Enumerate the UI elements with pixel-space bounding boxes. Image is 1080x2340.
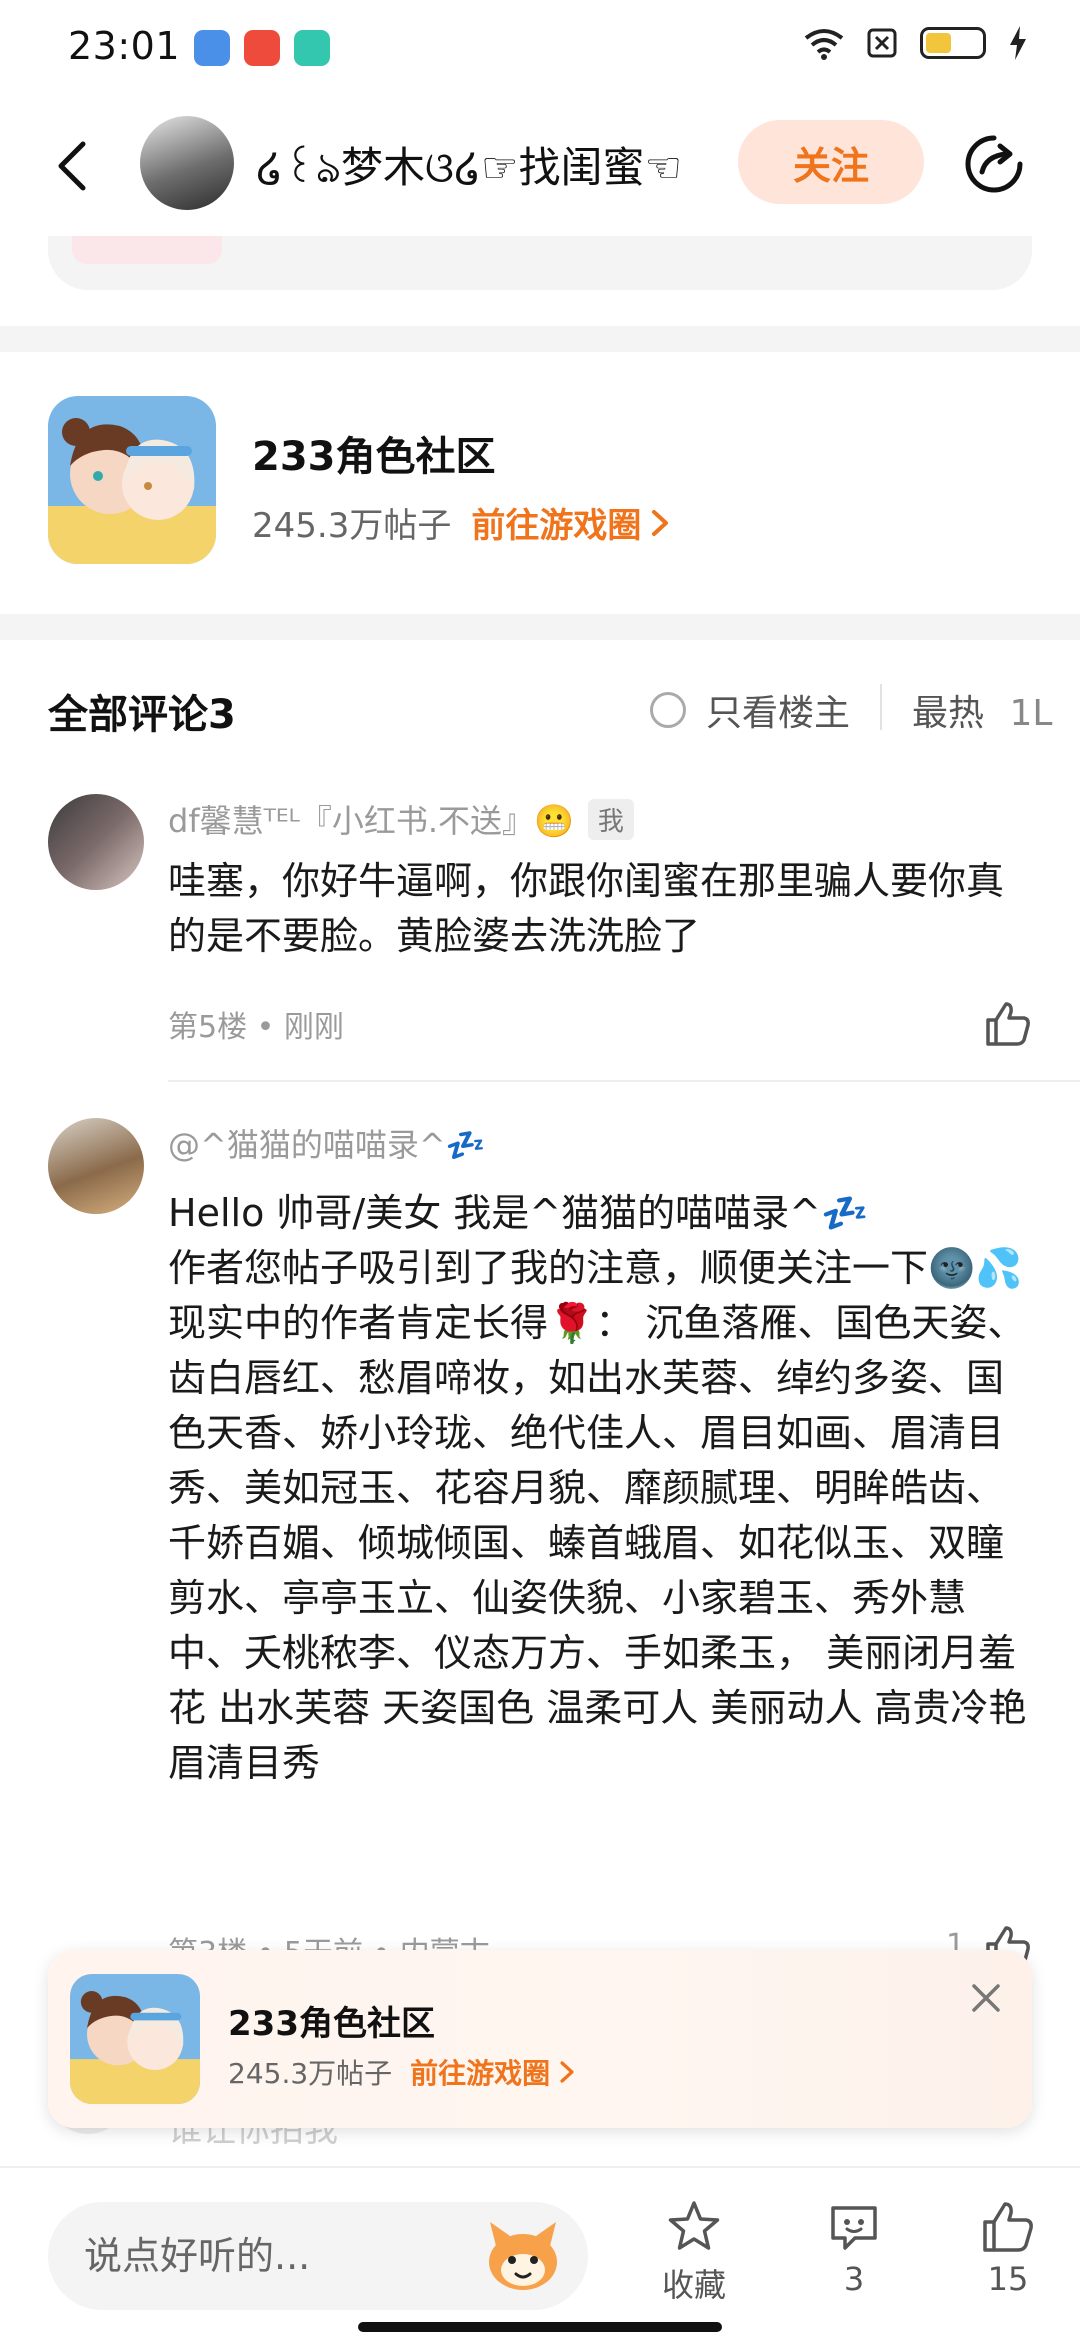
commenter-avatar[interactable] xyxy=(48,794,144,890)
chevron-right-icon xyxy=(560,2061,574,2083)
floating-circle-post-count: 245.3万帖子 xyxy=(228,2057,393,2090)
notification-app-icon xyxy=(194,30,230,66)
thumbs-up-icon xyxy=(986,1002,1030,1046)
share-icon xyxy=(965,135,1023,193)
chevron-left-icon xyxy=(58,141,86,191)
comment-text[interactable]: Hello 帅哥/美女 我是^猫猫的喵喵录^💤 作者您帖子吸引到了我的注意，顺便… xyxy=(168,1186,1028,1791)
game-circle-name: 233角色社区 xyxy=(252,434,496,480)
share-button[interactable] xyxy=(960,130,1028,198)
game-circle-post-count: 245.3万帖子 xyxy=(252,506,452,546)
comment-input[interactable] xyxy=(84,2202,484,2310)
video-app-icon xyxy=(244,30,280,66)
like-count: 15 xyxy=(987,2260,1029,2298)
sort-overflow-label: 1L xyxy=(1009,693,1053,734)
status-bar: 23:01 xyxy=(0,0,1080,96)
comment-item: @^猫猫的喵喵录^💤 Hello 帅哥/美女 我是^猫猫的喵喵录^💤 作者您帖子… xyxy=(0,1090,1080,1971)
status-time: 23:01 xyxy=(68,24,181,68)
close-banner-button[interactable] xyxy=(966,1978,1006,2018)
floating-go-to-circle-label: 前往游戏圈 xyxy=(410,2057,551,2090)
author-name[interactable]: ໒꒰ঌ梦木ଓ໒☞找闺蜜☜ xyxy=(256,134,682,206)
commenter-name[interactable]: df馨慧ᵀᴱᴸ『小红书.不送』😬 xyxy=(168,796,574,842)
wifi-icon xyxy=(804,29,844,60)
comments-header: 全部评论3 只看楼主 最热 1L xyxy=(0,640,1080,770)
follow-button[interactable]: 关注 xyxy=(738,120,924,204)
comment-input-box[interactable] xyxy=(48,2202,588,2310)
comment-bubble-icon xyxy=(831,2206,877,2250)
comments-title: 全部评论3 xyxy=(48,692,236,738)
comment-item: df馨慧ᵀᴱᴸ『小红书.不送』😬 我 哇塞，你好牛逼啊，你跟你闺蜜在那里骗人要你… xyxy=(0,770,1080,1090)
floating-circle-icon xyxy=(70,1974,200,2104)
go-to-circle-label: 前往游戏圈 xyxy=(471,506,642,546)
charging-icon xyxy=(1010,26,1026,60)
only-author-toggle[interactable]: 只看楼主 xyxy=(650,684,850,736)
game-circle-icon xyxy=(48,396,216,564)
game-circle-meta: 245.3万帖子 前往游戏圈 xyxy=(252,498,671,547)
sort-hot-button[interactable]: 最热 1L xyxy=(912,684,1052,736)
comment-text-line: 现实中的作者肯定长得🌹： 沉鱼落雁、国色天姿、齿白唇红、愁眉啼妆，如出水芙蓉、绰… xyxy=(168,1301,1027,1785)
close-icon xyxy=(972,1984,1000,2012)
no-sim-icon xyxy=(867,28,897,58)
comment-count: 3 xyxy=(843,2260,865,2298)
thumbs-up-icon xyxy=(983,2202,1033,2252)
commenter-name[interactable]: @^猫猫的喵喵录^💤 xyxy=(168,1120,485,1166)
radio-circle-icon xyxy=(650,692,686,728)
commenter-avatar[interactable] xyxy=(48,1118,144,1214)
star-icon xyxy=(668,2201,720,2250)
sort-hot-label: 最热 xyxy=(912,693,985,734)
only-author-label: 只看楼主 xyxy=(706,693,851,734)
commenter-name-row: df馨慧ᵀᴱᴸ『小红书.不送』😬 我 xyxy=(168,796,634,842)
chat-app-icon xyxy=(294,30,330,66)
post-header: ໒꒰ঌ梦木ଓ໒☞找闺蜜☜ 关注 xyxy=(0,96,1080,236)
comment-text-line: Hello 帅哥/美女 我是^猫猫的喵喵录^💤 xyxy=(168,1191,869,1235)
game-circle-card[interactable]: 233角色社区 245.3万帖子 前往游戏圈 xyxy=(0,352,1080,614)
section-divider xyxy=(0,614,1080,640)
go-to-circle-link[interactable]: 前往游戏圈 xyxy=(471,498,671,547)
mascot-icon[interactable] xyxy=(482,2216,564,2296)
home-indicator[interactable] xyxy=(358,2322,722,2332)
section-divider xyxy=(0,326,1080,352)
comment-meta: 第5楼 • 刚刚 xyxy=(168,1010,344,1045)
bottom-action-bar: 收藏 3 15 xyxy=(0,2166,1080,2340)
back-button[interactable] xyxy=(40,134,104,198)
floating-go-to-circle-link[interactable]: 前往游戏圈 xyxy=(410,2052,576,2092)
like-button[interactable]: 15 xyxy=(958,2198,1058,2298)
battery-icon xyxy=(920,27,986,59)
self-tag-badge: 我 xyxy=(587,798,634,840)
floating-circle-name: 233角色社区 xyxy=(228,2004,435,2044)
comment-button[interactable]: 3 xyxy=(804,2198,904,2298)
floating-circle-meta: 245.3万帖子 前往游戏圈 xyxy=(228,2052,576,2092)
chevron-right-icon xyxy=(652,509,669,536)
collect-label: 收藏 xyxy=(661,2266,726,2304)
status-icons xyxy=(804,26,1028,60)
collect-button[interactable]: 收藏 xyxy=(644,2198,744,2306)
comment-text[interactable]: 哇塞，你好牛逼啊，你跟你闺蜜在那里骗人要你真的是不要脸。黄脸婆去洗洗脸了 xyxy=(168,854,1028,964)
floating-circle-banner[interactable]: 233角色社区 245.3万帖子 前往游戏圈 xyxy=(48,1950,1032,2128)
comment-like-button[interactable] xyxy=(982,998,1034,1050)
vertical-divider xyxy=(880,684,882,730)
comment-divider xyxy=(168,1080,1080,1082)
author-avatar[interactable] xyxy=(140,116,234,210)
comment-text-line: 作者您帖子吸引到了我的注意，顺便关注一下🌚💦 xyxy=(168,1246,1023,1290)
